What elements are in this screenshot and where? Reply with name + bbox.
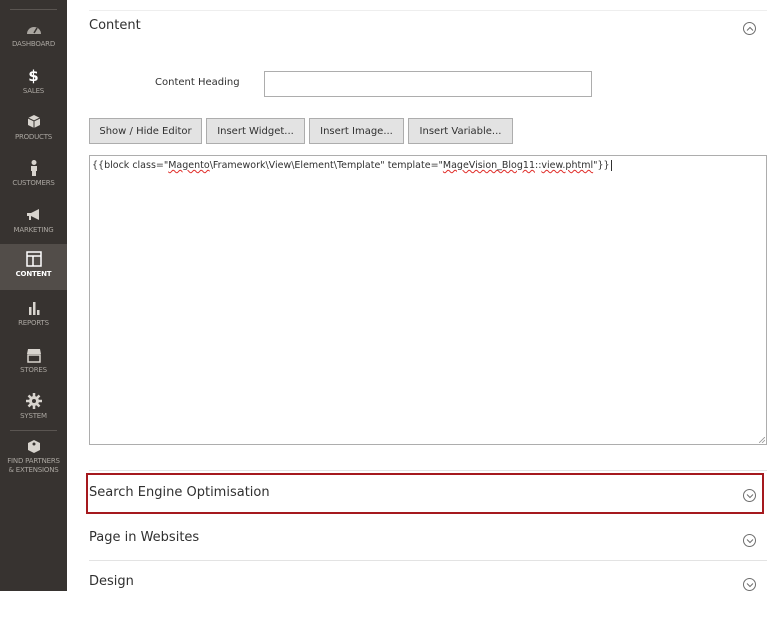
storefront-icon bbox=[24, 346, 44, 364]
editor-text: "}} bbox=[593, 160, 610, 171]
sidebar-divider bbox=[10, 9, 57, 10]
sidebar-item-label: Stores bbox=[20, 366, 47, 374]
sidebar-item-label: System bbox=[20, 412, 47, 420]
chevron-down-icon[interactable] bbox=[743, 489, 756, 502]
text-cursor bbox=[610, 160, 612, 171]
sidebar-item-dashboard[interactable]: Dashboard bbox=[0, 20, 67, 66]
sidebar-item-label: Reports bbox=[18, 319, 49, 327]
editor-text: Magento bbox=[168, 160, 210, 171]
show-hide-editor-button[interactable]: Show / Hide Editor bbox=[89, 118, 202, 144]
sidebar-item-content[interactable]: Content bbox=[0, 244, 67, 290]
sidebar-item-reports[interactable]: Reports bbox=[0, 299, 67, 345]
sidebar-item-label-line2: & Extensions bbox=[8, 466, 59, 474]
resize-handle-icon[interactable] bbox=[759, 437, 765, 443]
chevron-down-icon[interactable] bbox=[743, 578, 756, 591]
editor-text: {{block class=" bbox=[92, 160, 169, 171]
design-section-title[interactable]: Design bbox=[89, 574, 134, 589]
sidebar-item-label: Sales bbox=[22, 87, 45, 95]
sidebar-item-sales[interactable]: $ Sales bbox=[0, 67, 67, 113]
insert-widget-button[interactable]: Insert Widget... bbox=[206, 118, 305, 144]
chevron-down-icon[interactable] bbox=[743, 534, 756, 547]
content-editor-textarea[interactable]: {{block class="Magento\Framework\View\El… bbox=[89, 155, 767, 445]
bar-chart-icon bbox=[24, 299, 44, 317]
section-divider bbox=[89, 470, 767, 471]
editor-text: \Framework\View\Element\Template" templa… bbox=[209, 160, 443, 171]
sidebar-item-products[interactable]: Products bbox=[0, 113, 67, 159]
megaphone-icon bbox=[24, 206, 44, 224]
dollar-icon: $ bbox=[28, 67, 39, 85]
viewport-bottom bbox=[67, 591, 775, 617]
chevron-up-icon[interactable] bbox=[743, 22, 756, 35]
editor-text: view.phtml bbox=[541, 160, 594, 171]
sidebar-item-label: Dashboard bbox=[11, 40, 56, 48]
sidebar-divider bbox=[10, 430, 57, 431]
box-icon bbox=[24, 113, 44, 131]
sidebar-item-find-partners[interactable]: Find Partners & Extensions bbox=[0, 438, 67, 482]
dashboard-icon bbox=[24, 20, 44, 38]
content-heading-input[interactable] bbox=[264, 71, 592, 97]
sidebar-item-label: Products bbox=[14, 133, 53, 141]
insert-image-button[interactable]: Insert Image... bbox=[309, 118, 404, 144]
section-divider bbox=[89, 560, 767, 561]
extensions-icon bbox=[24, 438, 44, 456]
editor-text: MageVision_Blog11 bbox=[442, 160, 535, 171]
admin-sidebar: Dashboard $ Sales Products Customers Mar… bbox=[0, 0, 67, 591]
sidebar-item-stores[interactable]: Stores bbox=[0, 346, 67, 392]
insert-variable-button[interactable]: Insert Variable... bbox=[408, 118, 513, 144]
gear-icon bbox=[24, 392, 44, 410]
sidebar-item-label: Find Partners bbox=[7, 457, 60, 465]
main-content: Content Content Heading Show / Hide Edit… bbox=[67, 0, 775, 617]
seo-section-title[interactable]: Search Engine Optimisation bbox=[89, 485, 270, 500]
person-icon bbox=[24, 159, 44, 177]
page-in-websites-section-title[interactable]: Page in Websites bbox=[89, 530, 199, 545]
sidebar-item-label: Customers bbox=[12, 179, 55, 187]
sidebar-item-label: Marketing bbox=[13, 226, 54, 234]
sidebar-item-system[interactable]: System bbox=[0, 392, 67, 438]
content-heading-label: Content Heading bbox=[155, 77, 240, 88]
layout-icon bbox=[24, 250, 44, 268]
sidebar-item-customers[interactable]: Customers bbox=[0, 159, 67, 205]
sidebar-item-label: Content bbox=[15, 270, 52, 278]
content-section-title[interactable]: Content bbox=[89, 18, 141, 33]
section-divider bbox=[89, 10, 767, 11]
